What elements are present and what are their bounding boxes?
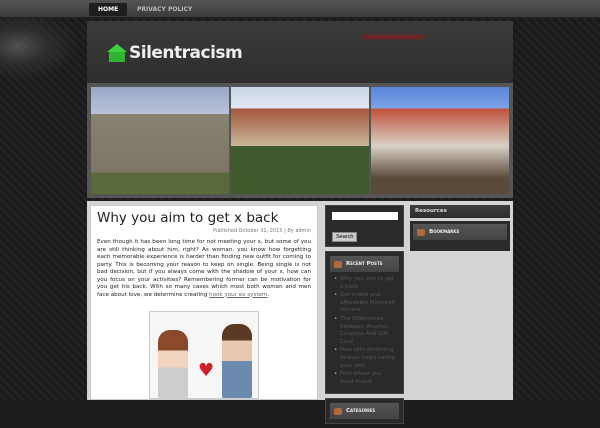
man-figure [222, 324, 252, 398]
site-title: Silentracism [129, 43, 243, 63]
recent-posts-title: Recent Posts [346, 261, 383, 267]
recent-post-link[interactable]: Find where you must invest [334, 371, 397, 386]
woman-figure [158, 330, 188, 398]
search-button[interactable]: Search [332, 232, 358, 242]
post-body-end: . [267, 291, 270, 298]
post-body: Even though it has been long time for no… [97, 239, 311, 299]
post-title[interactable]: Why you aim to get x back [97, 210, 311, 226]
site-logo[interactable]: Silentracism [107, 43, 243, 63]
header-ad-text [362, 35, 424, 39]
post: Why you aim to get x back Published Octo… [90, 205, 318, 418]
site-header: Silentracism [87, 21, 513, 83]
bookmarks-title: Bookmarks [429, 229, 460, 235]
recent-post-link[interactable]: The Differences Between Voucher, Coupons… [334, 316, 397, 346]
recent-posts-widget: Recent Posts Why you aim to get x back G… [325, 251, 404, 395]
post-body-text: Even though it has been long time for no… [97, 239, 311, 298]
widget-icon [334, 260, 342, 268]
post-image-broken-heart: ♥ [149, 311, 259, 399]
post-paragraph-2: Basically, making decision to invite x t… [97, 404, 311, 418]
broken-heart-icon: ♥ [198, 360, 215, 381]
post-meta: Published October 31, 2015 | By admin [212, 228, 311, 234]
recent-post-link[interactable]: How skin whitening forever helps caring … [334, 347, 397, 370]
banner-photo-house-2 [231, 87, 369, 194]
search-input[interactable] [332, 212, 398, 220]
decorative-swirl [0, 18, 90, 88]
sidebar-left: Search Recent Posts Why you aim to get x… [325, 205, 404, 428]
header-banner [87, 83, 513, 198]
search-widget: Search [325, 205, 404, 247]
widget-icon [334, 407, 342, 415]
recent-post-link[interactable]: Get stable and affordable Minecraft serv… [334, 292, 397, 315]
nav-home[interactable]: HOME [89, 3, 128, 16]
bookmarks-widget: Bookmarks [410, 221, 510, 251]
resources-title: Resources [410, 205, 510, 218]
post-link[interactable]: hook your ex system [209, 292, 267, 298]
categories-title: Categories [346, 408, 376, 415]
recent-post-link[interactable]: Why you aim to get x back [334, 276, 397, 291]
banner-photo-house-1 [91, 87, 229, 194]
categories-widget: Categories [325, 398, 404, 425]
top-nav: HOME PRIVACY POLICY [0, 0, 600, 18]
house-icon [107, 44, 127, 62]
sidebar-right: Resources Bookmarks [410, 205, 510, 251]
widget-icon [417, 228, 425, 236]
nav-privacy-policy[interactable]: PRIVACY POLICY [128, 3, 201, 16]
banner-photo-house-3 [371, 87, 509, 194]
